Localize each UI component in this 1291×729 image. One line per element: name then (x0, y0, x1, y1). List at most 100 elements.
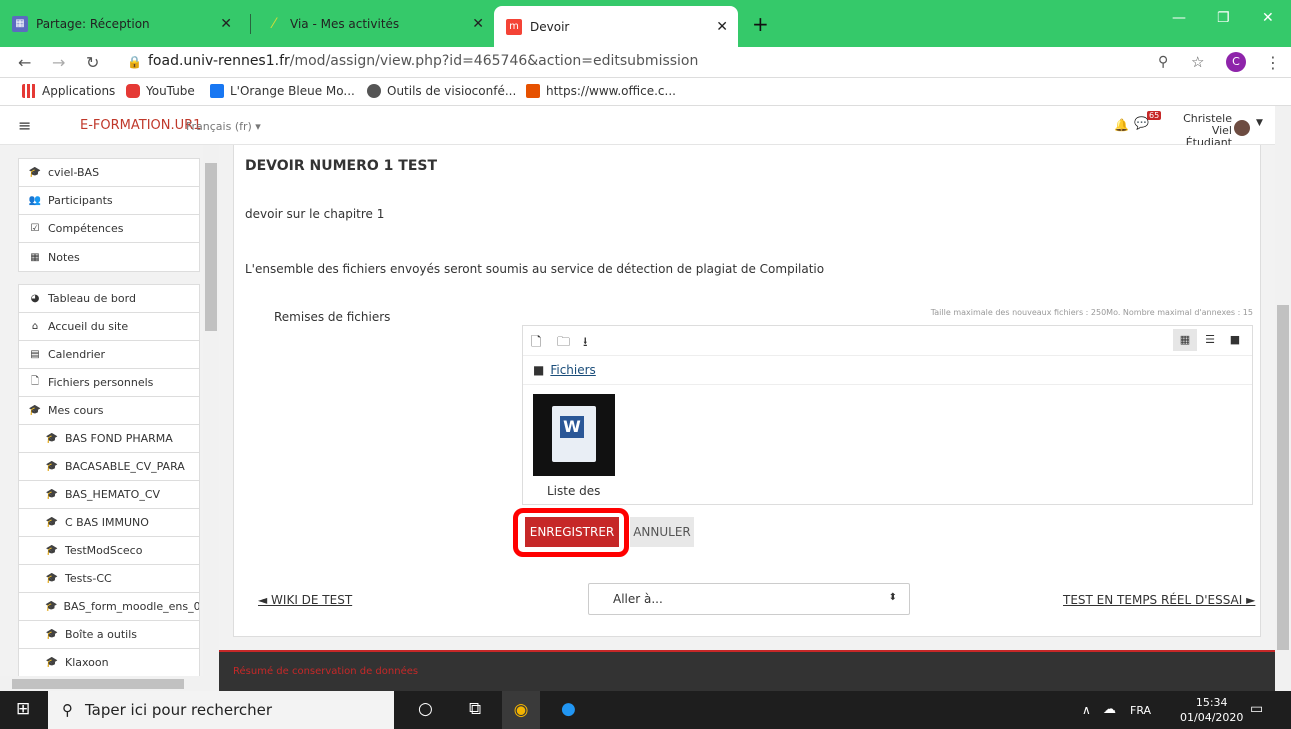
prev-activity-link[interactable]: ◄ WIKI DE TEST (258, 593, 352, 607)
user-name: Christele Viel (1183, 112, 1232, 137)
url-host: foad.univ-rennes1.fr (148, 53, 290, 69)
sidebar-item-label: C BAS IMMUNO (65, 516, 149, 529)
bookmark-office[interactable]: https://www.office.c... (526, 84, 676, 98)
sidebar-item-participants[interactable]: 👥 Participants (19, 187, 199, 215)
close-window-icon[interactable]: ✕ (1262, 10, 1274, 26)
download-icon[interactable]: ⭳ (583, 333, 588, 355)
maximize-icon[interactable]: ❐ (1217, 10, 1230, 26)
close-icon[interactable]: ✕ (716, 19, 728, 35)
profile-avatar[interactable]: C (1226, 52, 1246, 72)
sidebar-item-notes[interactable]: ▦ Notes (19, 243, 199, 271)
new-tab-icon[interactable]: + (752, 12, 769, 36)
bookmark-label: https://www.office.c... (546, 84, 676, 98)
facebook-icon (210, 84, 224, 98)
bell-icon[interactable]: 🔔 (1114, 118, 1129, 132)
minimize-icon[interactable]: — (1172, 10, 1186, 26)
sidebar-item-competences[interactable]: ☑ Compétences (19, 215, 199, 243)
divider (523, 384, 1252, 385)
notification-icon[interactable]: ▭ (1250, 701, 1263, 717)
sidebar-item-label: cviel-BAS (48, 166, 100, 179)
add-file-icon[interactable]: 🗋 (531, 333, 541, 355)
file-picker: 🗋 🗀 ⭳ ▦ ☰ ■ ■ Fichiers W Liste des (522, 325, 1253, 505)
tab-partage[interactable]: ▦ Partage: Réception ✕ (0, 5, 242, 42)
close-icon[interactable]: ✕ (220, 16, 232, 32)
grid-view-icon[interactable]: ▦ (1173, 329, 1197, 351)
language-indicator[interactable]: FRA (1130, 704, 1151, 717)
jump-to-select[interactable]: Aller à... ⬍ (588, 583, 910, 615)
bookmark-applications[interactable]: Applications (22, 84, 115, 98)
user-menu[interactable]: Christele Viel Étudiant (1168, 113, 1232, 149)
file-name[interactable]: Liste des (547, 484, 600, 498)
sidebar-item-label: BAS_HEMATO_CV (65, 488, 161, 501)
sidebar-scroll-thumb[interactable] (205, 163, 217, 331)
bookmark-visio[interactable]: Outils de visioconfé... (367, 84, 516, 98)
menu-dots-icon[interactable]: ⋮ (1265, 53, 1281, 72)
url-field[interactable]: foad.univ-rennes1.fr/mod/assign/view.php… (148, 53, 698, 69)
sidebar-course-item[interactable]: 🎓 BAS_HEMATO_CV (19, 481, 199, 509)
tab-devoir[interactable]: m Devoir ✕ (494, 6, 738, 47)
close-icon[interactable]: ✕ (472, 16, 484, 32)
data-retention-link[interactable]: Résumé de conservation de données (233, 666, 418, 677)
sidebar-course-item[interactable]: 🎓 Boîte a outils (19, 621, 199, 649)
sidebar-course-item[interactable]: 🎓 BAS FOND PHARMA (19, 425, 199, 453)
graduation-cap-icon: 🎓 (45, 629, 59, 640)
chevron-down-icon[interactable]: ▼ (1256, 118, 1263, 128)
sidebar-item-label: Participants (48, 194, 113, 207)
chevron-up-icon[interactable]: ∧ (1082, 703, 1091, 717)
language-menu[interactable]: Français (fr) ▾ (186, 120, 261, 133)
sidebar-course-item[interactable]: 🎓 BACASABLE_CV_PARA (19, 453, 199, 481)
sidebar-item-calendar[interactable]: ▤ Calendrier (19, 341, 199, 369)
sidebar-item-home[interactable]: ⌂ Accueil du site (19, 313, 199, 341)
hamburger-icon[interactable]: ≡ (18, 116, 31, 135)
tab-label: Via - Mes activités (290, 16, 400, 31)
page-scroll-thumb[interactable] (1277, 305, 1289, 650)
graduation-cap-icon: 🎓 (45, 573, 59, 584)
sidebar-course-item[interactable]: 🎓 C BAS IMMUNO (19, 509, 199, 537)
next-activity-link[interactable]: TEST EN TEMPS RÉEL D'ESSAI ► (1063, 593, 1255, 607)
zoom-icon[interactable]: ⚲ (1158, 54, 1168, 70)
windows-start-icon[interactable]: ⊞ (16, 699, 30, 719)
chrome-icon[interactable]: ◉ (502, 691, 540, 729)
via-icon: ⁄ (272, 15, 276, 32)
sidebar-item-cviel-bas[interactable]: 🎓 cviel-BAS (19, 159, 199, 187)
sidebar-course-item[interactable]: 🎓 TestModSceco (19, 537, 199, 565)
star-icon[interactable]: ☆ (1191, 53, 1204, 71)
file-thumbnail[interactable]: W (533, 394, 615, 476)
word-document-icon: W (552, 406, 596, 462)
forward-icon[interactable]: → (52, 53, 65, 72)
list-view-icon[interactable]: ☰ (1198, 329, 1222, 351)
task-view-icon[interactable]: ⧉ (469, 699, 481, 719)
max-size-note: Taille maximale des nouveaux fichiers : … (930, 308, 1253, 317)
bookmark-label: Outils de visioconfé... (387, 84, 517, 98)
reload-icon[interactable]: ↻ (86, 53, 99, 72)
sidebar-item-label: BAS FOND PHARMA (65, 432, 173, 445)
sidebar-item-files[interactable]: 🗋 Fichiers personnels (19, 369, 199, 397)
sidebar-item-my-courses[interactable]: 🎓 Mes cours (19, 397, 199, 425)
site-brand[interactable]: E-FORMATION.UR1 (80, 118, 201, 133)
bookmark-youtube[interactable]: YouTube (126, 84, 195, 98)
bookmark-orange-bleue[interactable]: L'Orange Bleue Mo... (210, 84, 355, 98)
course-nav-list: 🎓 cviel-BAS 👥 Participants ☑ Compétences ▦ N… (18, 158, 200, 272)
folder-view-icon[interactable]: ■ (1223, 329, 1247, 351)
tab-label: Devoir (530, 19, 570, 34)
app-icon[interactable]: ● (561, 699, 576, 719)
user-avatar[interactable] (1234, 120, 1250, 136)
system-clock[interactable]: 15:34 01/04/2020 (1180, 695, 1243, 725)
folder-link[interactable]: Fichiers (550, 363, 595, 377)
back-icon[interactable]: ← (18, 53, 31, 72)
sidebar-course-item[interactable]: 🎓 BAS_form_moodle_ens_03_20 (19, 593, 199, 621)
sidebar-horizontal-thumb[interactable] (12, 679, 184, 689)
checkbox-icon: ☑ (30, 223, 40, 234)
sidebar-course-item[interactable]: 🎓 Klaxoon (19, 649, 199, 677)
search-placeholder: Taper ici pour rechercher (85, 701, 273, 719)
tab-via[interactable]: ⁄ Via - Mes activités ✕ (254, 5, 494, 42)
sidebar-item-dashboard[interactable]: ◕ Tableau de bord (19, 285, 199, 313)
cancel-button[interactable]: ANNULER (630, 517, 694, 547)
cortana-icon[interactable]: ○ (418, 699, 433, 719)
sidebar-course-item[interactable]: 🎓 Tests-CC (19, 565, 199, 593)
folder-icon: ■ (533, 363, 545, 377)
cloud-icon[interactable]: ☁ (1103, 702, 1116, 717)
taskbar-search[interactable]: ⚲ Taper ici pour rechercher (48, 691, 394, 729)
windows-taskbar: ⊞ ⚲ Taper ici pour rechercher ○ ⧉ ◉ ● ∧ … (0, 691, 1291, 729)
create-folder-icon[interactable]: 🗀 (557, 333, 570, 355)
